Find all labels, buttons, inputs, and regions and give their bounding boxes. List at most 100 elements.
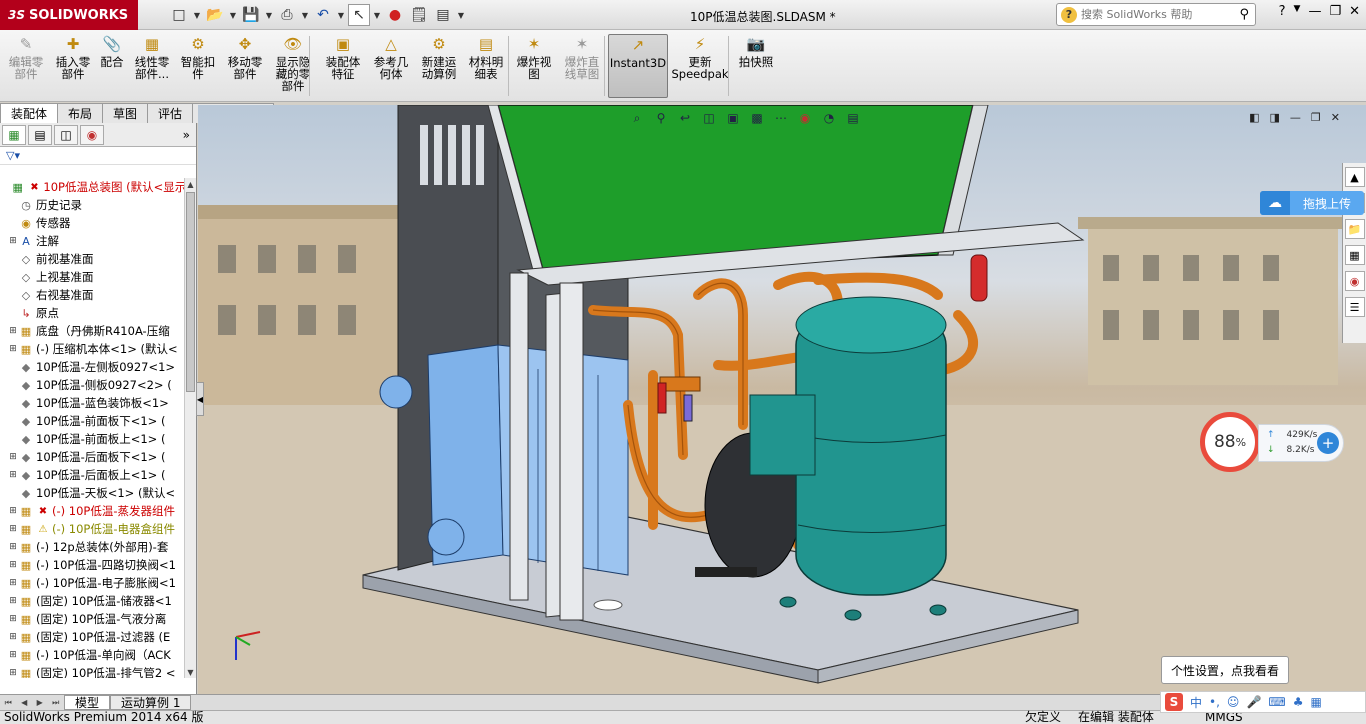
ribbon-button-11[interactable]: ✶ 爆炸视 图 — [512, 34, 556, 98]
undo-icon[interactable]: ↶ — [312, 4, 334, 26]
file-explorer-icon[interactable]: 📁 — [1344, 219, 1365, 239]
expand-node-icon[interactable]: ⊞ — [8, 344, 18, 354]
chevron-down-icon[interactable]: ▼ — [300, 4, 310, 26]
punctuation-icon[interactable]: •, — [1209, 695, 1220, 709]
last-tab-icon[interactable]: ⏭ — [52, 698, 59, 708]
scroll-up-icon[interactable]: ▲ — [185, 178, 196, 190]
tile-left-icon[interactable]: ◧ — [1249, 111, 1259, 124]
expand-node-icon[interactable]: ⊞ — [8, 506, 18, 516]
tree-item[interactable]: ⊞ ▦ (固定) 10P低温-排气管2 < — [0, 664, 184, 678]
help-search-box[interactable]: ? ⚲ — [1056, 3, 1256, 26]
ribbon-button-1[interactable]: ✚ 插入零 部件 — [50, 34, 96, 98]
chevron-down-icon[interactable]: ▼ — [456, 4, 466, 26]
tree-item[interactable]: ◆ 10P低温-侧板0927<2> ( — [0, 376, 184, 394]
view-settings-icon[interactable]: ▤ — [844, 109, 862, 127]
next-tab-icon[interactable]: ▶ — [37, 698, 43, 708]
previous-view-icon[interactable]: ↩ — [676, 109, 694, 127]
minimize-icon[interactable]: — — [1290, 111, 1301, 124]
display-manager-tab-icon[interactable]: ◉ — [80, 124, 104, 145]
save-icon[interactable]: 💾 — [240, 4, 262, 26]
tree-filter[interactable]: ▽▾ — [0, 147, 196, 165]
chevron-down-icon[interactable]: ▼ — [192, 4, 202, 26]
ribbon-button-7[interactable]: ▣ 装配体 特征 — [320, 34, 366, 98]
tree-item[interactable]: ⊞ ▦ (-) 10P低温-电子膨胀阀<1 — [0, 574, 184, 592]
sogou-logo-icon[interactable]: S — [1165, 693, 1183, 711]
tree-item[interactable]: ⊞ ▦ (-) 10P低温-四路切换阀<1 — [0, 556, 184, 574]
ribbon-button-10[interactable]: ▤ 材料明 细表 — [464, 34, 508, 98]
file-properties-icon[interactable]: 🗒 — [408, 4, 430, 26]
print-icon[interactable]: ⎙ — [276, 4, 298, 26]
expand-node-icon[interactable]: ⊞ — [8, 236, 18, 246]
toolbox-icon[interactable]: ▦ — [1310, 695, 1321, 709]
scroll-down-icon[interactable]: ▼ — [185, 666, 196, 678]
help-menu-icon[interactable]: ? — [1279, 4, 1286, 19]
tree-item[interactable]: ◇ 上视基准面 — [0, 268, 184, 286]
options-icon[interactable]: ▤ — [432, 4, 454, 26]
tab-1[interactable]: 布局 — [57, 103, 104, 123]
expand-node-icon[interactable]: ⊞ — [8, 596, 18, 606]
scrollbar-thumb[interactable] — [186, 192, 195, 392]
tab-2[interactable]: 草图 — [102, 103, 149, 123]
tree-item[interactable]: ↳ 原点 — [0, 304, 184, 322]
keyboard-icon[interactable]: ⌨ — [1268, 695, 1285, 709]
property-manager-tab-icon[interactable]: ▤ — [28, 124, 52, 145]
chevron-down-icon[interactable]: ▼ — [1294, 4, 1301, 19]
ribbon-button-3[interactable]: ▦ 线性零 部件... — [130, 34, 174, 98]
tree-item[interactable]: ▦ ✖ 10P低温总装图 (默认<显示 — [0, 178, 184, 196]
tree-item[interactable]: ◆ 10P低温-左侧板0927<1> — [0, 358, 184, 376]
chevron-down-icon[interactable]: ▼ — [264, 4, 274, 26]
tile-right-icon[interactable]: ◨ — [1270, 111, 1280, 124]
chevron-down-icon[interactable]: ▼ — [228, 4, 238, 26]
expand-node-icon[interactable]: ⊞ — [8, 578, 18, 588]
open-folder-icon[interactable]: 📂 — [204, 4, 226, 26]
tree-item[interactable]: ⊞ ▦ (-) 12p总装体(外部用)-套 — [0, 538, 184, 556]
configuration-manager-tab-icon[interactable]: ◫ — [54, 124, 78, 145]
expand-node-icon[interactable]: ⊞ — [8, 542, 18, 552]
display-style-icon[interactable]: ▩ — [748, 109, 766, 127]
section-view-icon[interactable]: ◫ — [700, 109, 718, 127]
first-tab-icon[interactable]: ⏮ — [5, 698, 12, 708]
emoji-icon[interactable]: ☺ — [1227, 695, 1240, 709]
tree-item[interactable]: ⊞ A 注解 — [0, 232, 184, 250]
zoom-to-fit-icon[interactable]: ⌕ — [628, 109, 646, 127]
tree-item[interactable]: ◆ 10P低温-前面板上<1> ( — [0, 430, 184, 448]
appearances-icon[interactable]: ◉ — [1344, 271, 1365, 291]
expand-node-icon[interactable]: ⊞ — [8, 524, 18, 534]
custom-properties-icon[interactable]: ☰ — [1344, 297, 1365, 317]
tree-item[interactable]: ⊞ ▦ (固定) 10P低温-气液分离 — [0, 610, 184, 628]
tree-item[interactable]: ◉ 传感器 — [0, 214, 184, 232]
new-document-icon[interactable]: □ — [168, 4, 190, 26]
ribbon-button-9[interactable]: ⚙ 新建运 动算例 — [416, 34, 462, 98]
expand-node-icon[interactable]: ⊞ — [8, 326, 18, 336]
expand-node-icon[interactable]: ⊞ — [8, 650, 18, 660]
ime-language[interactable]: 中 — [1190, 694, 1202, 711]
drag-upload-button[interactable]: ☁ 拖拽上传 — [1260, 191, 1364, 215]
tree-vertical-scrollbar[interactable]: ▲ ▼ — [184, 178, 196, 678]
tree-item[interactable]: ⊞ ▦ (-) 压缩机本体<1> (默认< — [0, 340, 184, 358]
view-orientation-icon[interactable]: ▣ — [724, 109, 742, 127]
tree-item[interactable]: ⊞ ▦ (-) 10P低温-单向阀（ACK — [0, 646, 184, 664]
tree-item[interactable]: ◆ 10P低温-前面板下<1> ( — [0, 412, 184, 430]
help-search-input[interactable] — [1081, 8, 1221, 21]
close-icon[interactable]: ✕ — [1349, 4, 1360, 19]
tree-item[interactable]: ◆ 10P低温-天板<1> (默认< — [0, 484, 184, 502]
tree-item[interactable]: ⊞ ◆ 10P低温-后面板下<1> ( — [0, 448, 184, 466]
tab-0[interactable]: 装配体 — [0, 103, 59, 123]
tree-item[interactable]: ◇ 右视基准面 — [0, 286, 184, 304]
solidworks-logo[interactable]: 3S SOLIDWORKS — [0, 0, 138, 30]
ribbon-button-2[interactable]: 📎 配合 — [96, 34, 128, 98]
restore-icon[interactable]: ❐ — [1311, 111, 1321, 124]
tab-3[interactable]: 评估 — [147, 103, 194, 123]
apply-scene-icon[interactable]: ◔ — [820, 109, 838, 127]
graphics-viewport[interactable]: ⌕ ⚲ ↩ ◫ ▣ ▩ ⋯ ◉ ◔ ▤ ◧ ◨ — ❐ ✕ — [198, 105, 1366, 694]
skin-icon[interactable]: ♣ — [1293, 695, 1304, 709]
edit-appearance-icon[interactable]: ◉ — [796, 109, 814, 127]
ribbon-button-13[interactable]: ↗ Instant3D — [608, 34, 668, 98]
hide-show-items-icon[interactable]: ⋯ — [772, 109, 790, 127]
ribbon-button-0[interactable]: ✎ 编辑零 部件 — [3, 34, 49, 98]
search-icon[interactable]: ⚲ — [1239, 7, 1249, 22]
bottom-tab-1[interactable]: 运动算例 1 — [110, 695, 192, 710]
expand-node-icon[interactable]: ⊞ — [8, 452, 18, 462]
microphone-icon[interactable]: 🎤 — [1246, 695, 1261, 709]
personalize-tooltip[interactable]: 个性设置，点我看看 — [1161, 656, 1289, 684]
